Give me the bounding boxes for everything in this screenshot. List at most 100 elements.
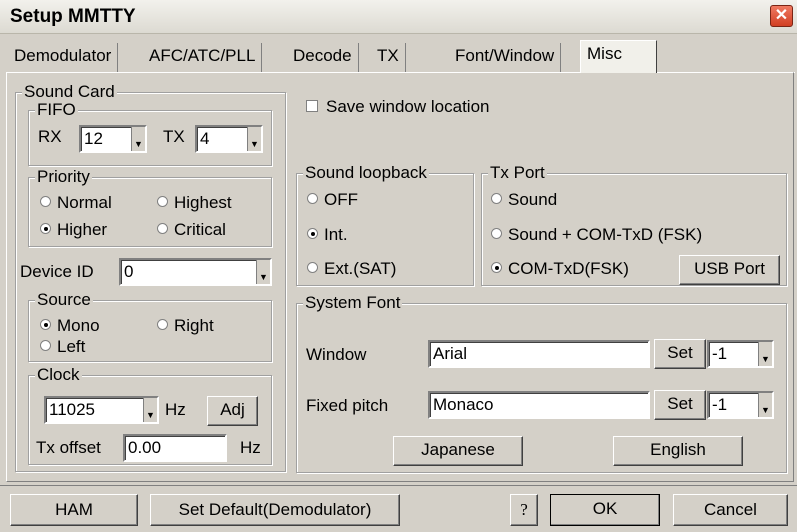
tab-afc-atc-pll[interactable]: AFC/ATC/PLL (143, 43, 263, 72)
loopback-off-radio[interactable]: OFF (307, 190, 358, 210)
fifo-rx-value: 12 (84, 129, 103, 148)
tx-port-sound-com-radio[interactable]: Sound + COM-TxD (FSK) (491, 225, 702, 245)
device-id-value: 0 (124, 262, 134, 281)
loopback-ext-label: Ext.(SAT) (324, 259, 397, 278)
priority-highest-label: Highest (174, 193, 232, 212)
priority-critical-radio[interactable]: Critical (157, 220, 226, 240)
cancel-button[interactable]: Cancel (673, 494, 788, 526)
fixed-pitch-size-value: -1 (712, 395, 728, 414)
tx-port-sound-radio[interactable]: Sound (491, 190, 557, 210)
fifo-title: FIFO (35, 100, 78, 120)
loopback-int-label: Int. (324, 225, 348, 244)
source-right-label: Right (174, 316, 214, 335)
chevron-down-icon[interactable]: ▼ (758, 342, 772, 366)
priority-title: Priority (35, 167, 92, 187)
radio-icon (40, 340, 51, 352)
fifo-rx-label: RX (38, 127, 62, 146)
priority-highest-radio[interactable]: Highest (157, 193, 232, 213)
tab-decode[interactable]: Decode (287, 43, 359, 72)
ok-button[interactable]: OK (550, 494, 660, 526)
tx-port-com-label: COM-TxD(FSK) (508, 259, 629, 278)
window-font-size-select[interactable]: -1 ▼ (707, 340, 774, 368)
window-font-size-value: -1 (712, 344, 728, 363)
clock-unit: Hz (165, 400, 186, 419)
title-bar[interactable]: Setup MMTTY ✕ (0, 0, 797, 34)
source-mono-label: Mono (57, 316, 100, 335)
save-window-location-label: Save window location (326, 97, 490, 116)
priority-normal-label: Normal (57, 193, 112, 212)
tx-port-sound-com-label: Sound + COM-TxD (FSK) (508, 225, 703, 244)
loopback-off-label: OFF (324, 190, 358, 209)
radio-icon (40, 196, 51, 208)
adj-button[interactable]: Adj (207, 396, 258, 426)
window-font-input[interactable]: Arial (428, 340, 650, 368)
radio-icon (307, 262, 318, 274)
priority-critical-label: Critical (174, 220, 226, 239)
tab-demodulator[interactable]: Demodulator (8, 43, 119, 72)
tx-offset-label: Tx offset (36, 438, 101, 457)
tx-port-com-radio[interactable]: COM-TxD(FSK) (491, 259, 629, 279)
radio-icon (157, 223, 168, 235)
sound-loopback-title: Sound loopback (303, 163, 429, 183)
fixed-pitch-size-select[interactable]: -1 ▼ (707, 391, 774, 419)
japanese-button[interactable]: Japanese (393, 436, 523, 466)
chevron-down-icon[interactable]: ▼ (758, 393, 772, 417)
radio-icon (157, 196, 168, 208)
fifo-rx-select[interactable]: 12 ▼ (79, 125, 147, 153)
fifo-tx-value: 4 (200, 129, 210, 148)
source-mono-radio[interactable]: Mono (40, 316, 100, 336)
system-font-title: System Font (303, 293, 403, 313)
radio-selected-icon (40, 319, 51, 331)
source-left-label: Left (57, 337, 86, 356)
clock-select[interactable]: 11025 ▼ (44, 396, 159, 424)
fixed-pitch-set-button[interactable]: Set (654, 390, 706, 420)
radio-icon (491, 193, 502, 205)
chevron-down-icon[interactable]: ▼ (247, 127, 261, 151)
radio-icon (491, 228, 502, 240)
clock-value: 11025 (49, 400, 96, 419)
radio-icon (307, 193, 318, 205)
clock-title: Clock (35, 365, 82, 385)
fifo-tx-label: TX (163, 127, 185, 146)
fifo-tx-select[interactable]: 4 ▼ (195, 125, 263, 153)
sound-card-title: Sound Card (22, 82, 117, 102)
source-title: Source (35, 290, 93, 310)
tx-offset-unit: Hz (240, 438, 261, 457)
tab-tx[interactable]: TX (371, 43, 406, 72)
checkbox-icon (306, 99, 318, 112)
radio-icon (157, 319, 168, 331)
device-id-label: Device ID (20, 262, 94, 281)
tx-port-title: Tx Port (488, 163, 547, 183)
english-button[interactable]: English (613, 436, 743, 466)
device-id-select[interactable]: 0 ▼ (119, 258, 272, 286)
source-left-radio[interactable]: Left (40, 337, 85, 357)
tab-misc[interactable]: Misc (580, 40, 657, 73)
radio-selected-icon (491, 262, 502, 274)
tx-offset-input[interactable]: 0.00 (123, 434, 227, 462)
window-title: Setup MMTTY (10, 6, 136, 27)
close-icon[interactable]: ✕ (770, 5, 793, 27)
chevron-down-icon[interactable]: ▼ (256, 260, 270, 284)
chevron-down-icon[interactable]: ▼ (143, 398, 157, 422)
radio-selected-icon (40, 223, 51, 235)
set-default-button[interactable]: Set Default(Demodulator) (150, 494, 400, 526)
radio-selected-icon (307, 228, 318, 240)
fixed-pitch-label: Fixed pitch (306, 396, 389, 415)
priority-normal-radio[interactable]: Normal (40, 193, 112, 213)
footer-divider (0, 485, 797, 486)
help-button[interactable]: ? (510, 494, 538, 526)
loopback-int-radio[interactable]: Int. (307, 225, 348, 245)
source-right-radio[interactable]: Right (157, 316, 214, 336)
window-font-label: Window (306, 345, 367, 364)
fixed-pitch-input[interactable]: Monaco (428, 391, 650, 419)
save-window-location-checkbox[interactable]: Save window location (306, 97, 489, 117)
usb-port-button[interactable]: USB Port (679, 255, 780, 285)
chevron-down-icon[interactable]: ▼ (131, 127, 145, 151)
window-font-set-button[interactable]: Set (654, 339, 706, 369)
tx-port-sound-label: Sound (508, 190, 558, 209)
tab-font-window[interactable]: Font/Window (449, 43, 562, 72)
priority-higher-radio[interactable]: Higher (40, 220, 107, 240)
priority-higher-label: Higher (57, 220, 108, 239)
loopback-ext-radio[interactable]: Ext.(SAT) (307, 259, 396, 279)
ham-button[interactable]: HAM (10, 494, 138, 526)
